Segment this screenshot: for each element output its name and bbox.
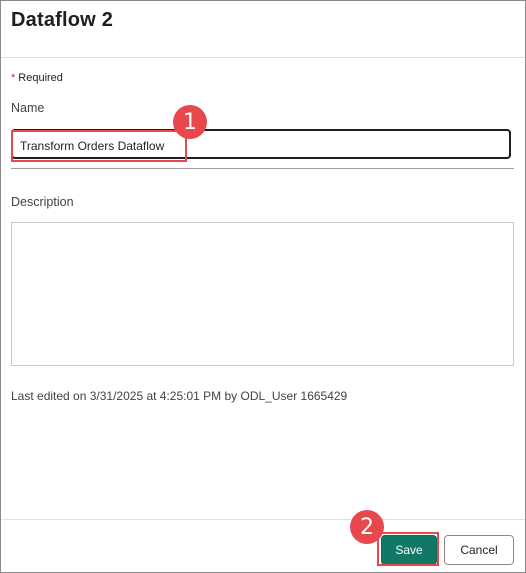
required-text: Required [18, 72, 63, 84]
step-1-badge: 1 [173, 105, 207, 139]
description-label: Description [11, 195, 74, 209]
name-input-underline [11, 168, 514, 169]
required-star: * [11, 72, 16, 84]
save-button[interactable]: Save [381, 535, 437, 565]
dataflow-dialog: Dataflow 2 * Required Name Transform Orde… [0, 0, 526, 573]
name-label: Name [11, 101, 45, 115]
name-input[interactable]: Transform Orders Dataflow [11, 129, 511, 159]
dialog-title: Dataflow 2 [11, 9, 114, 31]
last-edited-text: Last edited on 3/31/2025 at 4:25:01 PM b… [11, 389, 348, 403]
description-textarea[interactable] [11, 222, 514, 366]
dialog-header: Dataflow 2 [1, 1, 525, 58]
cancel-button[interactable]: Cancel [444, 535, 514, 565]
footer-divider [1, 519, 525, 520]
step-2-badge: 2 [350, 510, 384, 544]
name-input-value: Transform Orders Dataflow [20, 139, 165, 153]
required-note: * Required [11, 72, 63, 84]
